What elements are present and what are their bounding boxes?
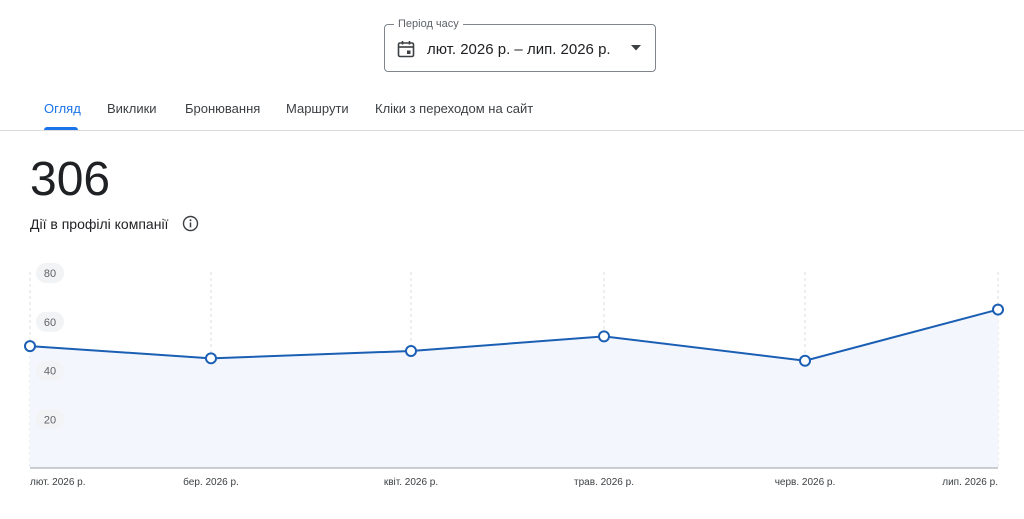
actions-chart: 20 40 60 80 лют. 2026 р. бер. 2026 р. квіт. 20… [24, 263, 1004, 488]
x-tick-label: бер. 2026 р. [183, 476, 239, 488]
tab-overview[interactable]: Огляд [44, 101, 81, 116]
info-icon[interactable] [182, 215, 199, 232]
data-point [24, 340, 36, 353]
data-point [405, 345, 417, 357]
total-actions: 306 [30, 153, 111, 206]
y-tick-label: 20 [44, 414, 56, 426]
caret-down-icon[interactable] [631, 45, 641, 51]
tab-bar: Огляд Виклики Бронювання Маршрути Кліки … [0, 86, 1024, 131]
data-point [992, 303, 1004, 316]
period-selector[interactable]: Період часу лют. 2026 р. – лип. 2026 р. [384, 17, 656, 72]
metric-label: Дії в профілі компанії [30, 216, 169, 232]
active-tab-indicator [44, 127, 78, 130]
y-tick-label: 60 [44, 317, 56, 329]
period-legend: Період часу [394, 17, 463, 31]
x-tick-label: лют. 2026 р. [30, 477, 86, 488]
tab-calls[interactable]: Виклики [107, 101, 157, 116]
data-point [799, 354, 811, 367]
data-point [598, 330, 610, 343]
x-tick-label: лип. 2026 р. [942, 477, 998, 488]
x-tick-label: квіт. 2026 р. [384, 477, 438, 488]
x-tick-label: трав. 2026 р. [574, 477, 634, 488]
y-tick-label: 40 [44, 366, 56, 378]
tab-directions[interactable]: Маршрути [286, 101, 349, 116]
tab-website-clicks[interactable]: Кліки з переходом на сайт [375, 101, 533, 116]
tab-bookings[interactable]: Бронювання [185, 101, 260, 116]
data-point [205, 352, 217, 365]
calendar-icon [397, 41, 415, 58]
period-value: лют. 2026 р. – лип. 2026 р. [427, 41, 611, 58]
y-tick-label: 80 [44, 268, 56, 280]
area-fill [30, 309, 998, 468]
x-tick-label: черв. 2026 р. [775, 477, 836, 488]
